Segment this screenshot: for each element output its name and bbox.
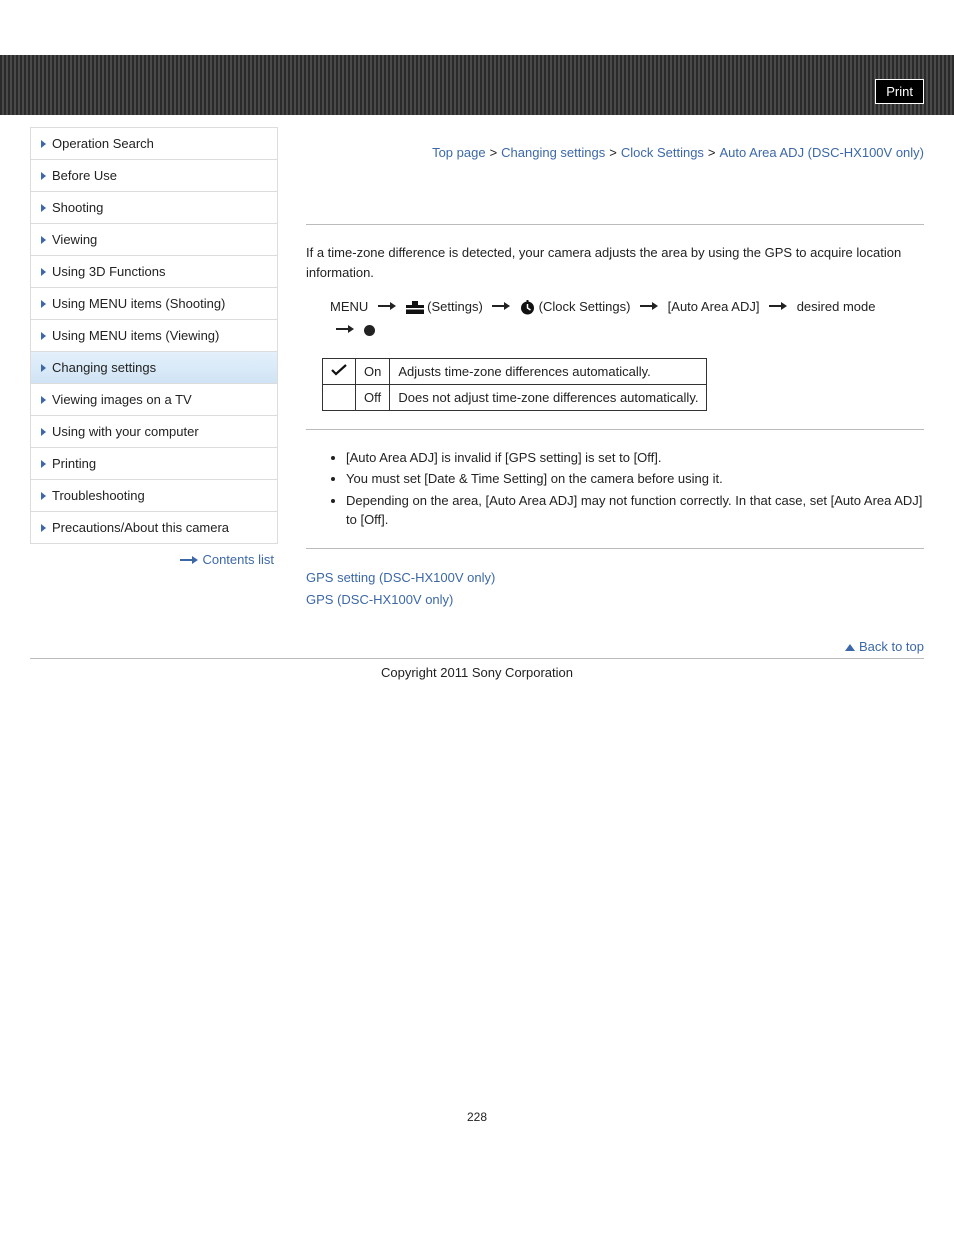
arrow-icon	[336, 325, 354, 333]
caret-right-icon	[41, 236, 46, 244]
caret-right-icon	[41, 492, 46, 500]
related-links: GPS setting (DSC-HX100V only) GPS (DSC-H…	[306, 567, 924, 611]
sidebar-item-label: Using MENU items (Shooting)	[52, 296, 225, 311]
option-name: Off	[356, 384, 390, 410]
back-to-top-link[interactable]: Back to top	[845, 639, 924, 654]
note-item: Depending on the area, [Auto Area ADJ] m…	[346, 491, 924, 530]
related-link-1[interactable]: GPS setting (DSC-HX100V only)	[306, 570, 495, 585]
caret-right-icon	[41, 396, 46, 404]
breadcrumb-current: Auto Area ADJ (DSC-HX100V only)	[720, 145, 924, 160]
check-icon	[323, 358, 356, 384]
dot-icon	[364, 325, 375, 336]
related-link-2[interactable]: GPS (DSC-HX100V only)	[306, 592, 453, 607]
menu-path: MENU (Settings) (Clock Settings) [Auto A…	[306, 295, 924, 342]
table-row: Off Does not adjust time-zone difference…	[323, 384, 707, 410]
settings-label: (Settings)	[427, 299, 483, 314]
sidebar-item-label: Operation Search	[52, 136, 154, 151]
sidebar-item[interactable]: Using with your computer	[30, 416, 278, 448]
sidebar-item[interactable]: Operation Search	[30, 127, 278, 160]
caret-right-icon	[41, 364, 46, 372]
breadcrumb: Top page>Changing settings>Clock Setting…	[306, 145, 924, 160]
arrow-icon	[640, 302, 658, 310]
table-row: On Adjusts time-zone differences automat…	[323, 358, 707, 384]
caret-right-icon	[41, 268, 46, 276]
caret-right-icon	[41, 172, 46, 180]
sidebar-item-label: Before Use	[52, 168, 117, 183]
caret-right-icon	[41, 204, 46, 212]
sidebar-item[interactable]: Using 3D Functions	[30, 256, 278, 288]
arrow-right-icon	[180, 556, 198, 564]
sidebar-item-label: Using 3D Functions	[52, 264, 165, 279]
sidebar-item-label: Viewing images on a TV	[52, 392, 192, 407]
notes-list: [Auto Area ADJ] is invalid if [GPS setti…	[306, 448, 924, 530]
sidebar-item[interactable]: Printing	[30, 448, 278, 480]
sidebar-item[interactable]: Using MENU items (Shooting)	[30, 288, 278, 320]
sidebar-item[interactable]: Viewing images on a TV	[30, 384, 278, 416]
sidebar-item-label: Troubleshooting	[52, 488, 145, 503]
intro-text: If a time-zone difference is detected, y…	[306, 243, 924, 282]
clock-label: (Clock Settings)	[539, 299, 631, 314]
breadcrumb-top[interactable]: Top page	[432, 145, 486, 160]
caret-right-icon	[41, 332, 46, 340]
desired-label: desired mode	[797, 299, 876, 314]
caret-right-icon	[41, 428, 46, 436]
note-item: [Auto Area ADJ] is invalid if [GPS setti…	[346, 448, 924, 468]
sidebar-item-label: Precautions/About this camera	[52, 520, 229, 535]
sidebar-item-label: Viewing	[52, 232, 97, 247]
sidebar-item[interactable]: Troubleshooting	[30, 480, 278, 512]
sidebar-item[interactable]: Changing settings	[30, 352, 278, 384]
caret-right-icon	[41, 460, 46, 468]
sidebar-item-label: Using MENU items (Viewing)	[52, 328, 219, 343]
arrow-icon	[492, 302, 510, 310]
print-button[interactable]: Print	[875, 79, 924, 104]
page-number: 228	[0, 1110, 954, 1124]
header-stripe: Print	[0, 55, 954, 115]
breadcrumb-2[interactable]: Clock Settings	[621, 145, 704, 160]
clock-icon	[520, 300, 535, 315]
sidebar-item[interactable]: Using MENU items (Viewing)	[30, 320, 278, 352]
option-desc: Does not adjust time-zone differences au…	[390, 384, 707, 410]
sidebar-item[interactable]: Viewing	[30, 224, 278, 256]
breadcrumb-1[interactable]: Changing settings	[501, 145, 605, 160]
caret-right-icon	[41, 300, 46, 308]
sidebar-item-label: Changing settings	[52, 360, 156, 375]
sidebar-item[interactable]: Shooting	[30, 192, 278, 224]
arrow-icon	[378, 302, 396, 310]
arrow-icon	[769, 302, 787, 310]
main-content: Top page>Changing settings>Clock Setting…	[306, 145, 924, 611]
sidebar-item[interactable]: Precautions/About this camera	[30, 512, 278, 544]
contents-list-link[interactable]: Contents list	[202, 552, 274, 567]
item-label: [Auto Area ADJ]	[668, 299, 760, 314]
caret-right-icon	[41, 140, 46, 148]
sidebar-item[interactable]: Before Use	[30, 160, 278, 192]
caret-right-icon	[41, 524, 46, 532]
sidebar-item-label: Shooting	[52, 200, 103, 215]
sidebar: Operation Search Before Use Shooting Viewin…	[30, 127, 278, 611]
option-desc: Adjusts time-zone differences automatica…	[390, 358, 707, 384]
toolbox-icon	[406, 301, 424, 314]
triangle-up-icon	[845, 644, 855, 651]
options-table: On Adjusts time-zone differences automat…	[322, 358, 707, 411]
sidebar-item-label: Using with your computer	[52, 424, 199, 439]
copyright-text: Copyright 2011 Sony Corporation	[0, 665, 954, 680]
sidebar-item-label: Printing	[52, 456, 96, 471]
note-item: You must set [Date & Time Setting] on th…	[346, 469, 924, 489]
menu-label: MENU	[330, 299, 368, 314]
option-name: On	[356, 358, 390, 384]
